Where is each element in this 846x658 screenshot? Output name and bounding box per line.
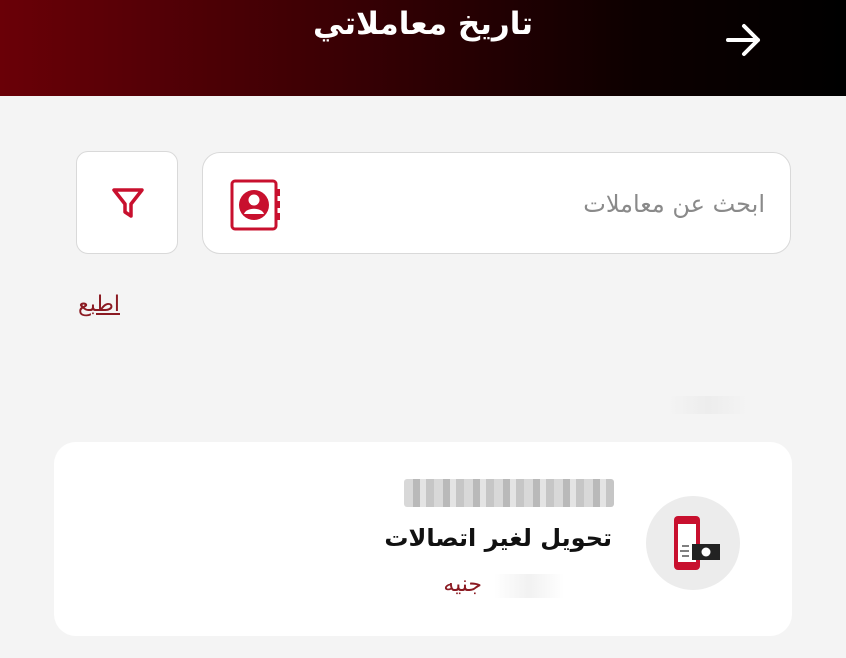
filter-button[interactable] — [76, 151, 178, 254]
page-title: تاريخ معاملاتي — [313, 6, 533, 42]
search-bar — [202, 152, 791, 254]
transaction-amount: جنيه — [443, 572, 482, 597]
filter-funnel-icon — [112, 188, 144, 218]
print-link[interactable]: اطبع — [78, 292, 120, 317]
arrow-right-icon[interactable] — [724, 22, 764, 58]
transaction-card[interactable]: تحويل لغير اتصالات جنيه — [54, 442, 792, 636]
transaction-title: تحويل لغير اتصالات — [384, 524, 612, 552]
app-header: تاريخ معاملاتي — [0, 0, 846, 96]
blurred-label — [668, 396, 748, 414]
contacts-book-icon[interactable] — [227, 177, 283, 233]
masked-amount — [494, 574, 564, 598]
search-input[interactable] — [293, 183, 767, 225]
phone-money-transfer-icon — [646, 496, 740, 590]
masked-phone-number — [404, 479, 614, 507]
